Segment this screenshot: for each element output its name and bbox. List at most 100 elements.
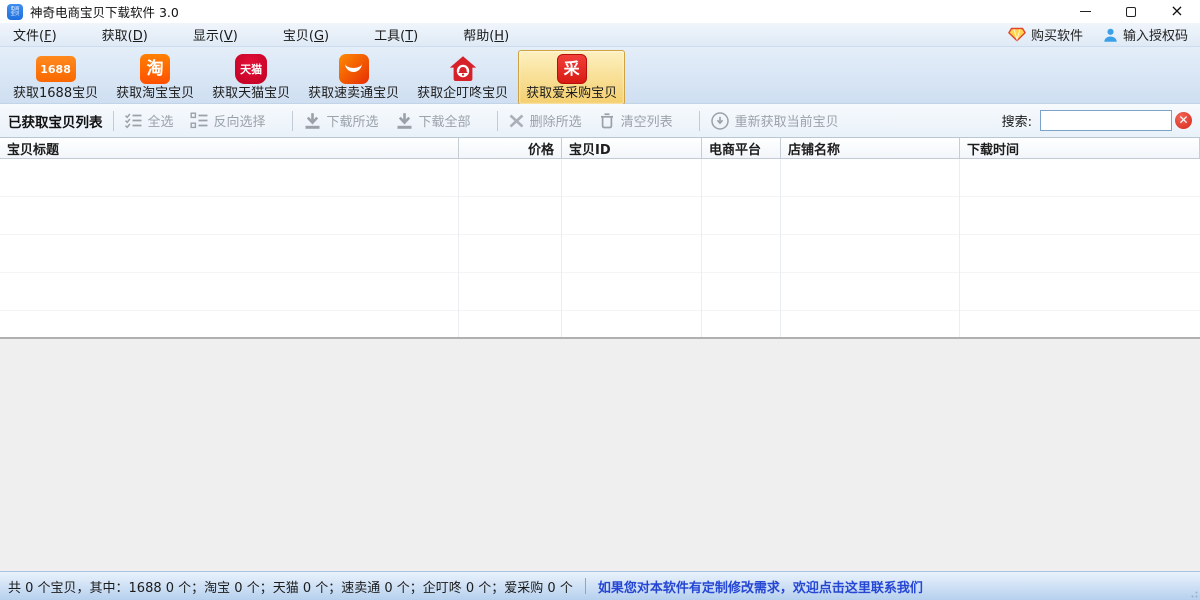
column-header[interactable]: 电商平台 (702, 138, 781, 158)
column-header[interactable]: 店铺名称 (781, 138, 960, 158)
badge-text: 淘 (147, 61, 164, 78)
toolbar-separator (699, 111, 700, 131)
column-gridline (458, 159, 459, 337)
toolbar-button-aicaigou[interactable]: 采获取爱采购宝贝 (518, 50, 625, 105)
action-button-label: 重新获取当前宝贝 (735, 111, 839, 130)
action-buttons: 全选 反向选择 下载所选 下载全部 删除所选 清空列表 重新获取当前宝贝 (103, 111, 855, 131)
action-button-download[interactable]: 下载所选 (303, 111, 379, 130)
icon-tmall: 天猫 (235, 54, 267, 84)
download-icon (395, 112, 414, 129)
status-summary: 共 0 个宝贝，其中：1688 0 个；淘宝 0 个；天猫 0 个；速卖通 0 … (8, 577, 573, 596)
title-bar: 电商 宝贝 神奇电商宝贝下载软件 3.0 × (0, 0, 1200, 23)
search-label: 搜索: (1002, 111, 1032, 130)
action-button-label: 反向选择 (214, 111, 266, 130)
content-filler (0, 337, 1200, 571)
resize-grip[interactable] (1188, 588, 1198, 598)
invert-selection-icon (190, 112, 209, 129)
action-button-refresh[interactable]: 重新获取当前宝贝 (710, 111, 839, 131)
menu-item-d[interactable]: 获取(D) (93, 23, 157, 46)
column-header[interactable]: 下载时间 (960, 138, 1200, 158)
main-toolbar: 1688获取1688宝贝淘获取淘宝宝贝天猫获取天猫宝贝获取速卖通宝贝获取企叮咚宝… (0, 47, 1200, 104)
app-logo-line2: 宝贝 (10, 12, 19, 17)
table-row (0, 311, 1200, 337)
action-button-delete[interactable]: 删除所选 (508, 111, 582, 130)
menu-item-t[interactable]: 工具(T) (365, 23, 427, 46)
toolbar-button-label: 获取速卖通宝贝 (308, 86, 399, 102)
clear-search-button[interactable]: ✕ (1175, 112, 1192, 129)
icon-qidingdong (448, 54, 478, 84)
toolbar-button-label: 获取企叮咚宝贝 (417, 86, 508, 102)
action-button-download[interactable]: 下载全部 (395, 111, 471, 130)
app-logo-icon: 电商 宝贝 (7, 4, 23, 20)
refresh-icon (710, 111, 730, 131)
menu-bar-right: 购买软件 输入授权码 (1008, 25, 1188, 44)
toolbar-button-aliexpress[interactable]: 获取速卖通宝贝 (300, 50, 407, 105)
toolbar-separator (113, 111, 114, 131)
table-body[interactable] (0, 159, 1200, 337)
action-button-label: 全选 (148, 111, 174, 130)
close-button[interactable]: × (1154, 0, 1200, 23)
icon-aliexpress (339, 54, 369, 84)
enter-license-link[interactable]: 输入授权码 (1103, 25, 1188, 44)
column-header[interactable]: 宝贝ID (562, 138, 702, 158)
action-button-label: 删除所选 (530, 111, 582, 130)
status-separator (585, 578, 586, 594)
icon-aicaigou: 采 (557, 54, 587, 84)
action-button-trash[interactable]: 清空列表 (598, 111, 673, 130)
smile-glyph (345, 62, 362, 72)
toolbar-button-label: 获取淘宝宝贝 (116, 86, 194, 102)
toolbar-button-label: 获取天猫宝贝 (212, 86, 290, 102)
toolbar-button-1688[interactable]: 1688 获取1688宝贝 (5, 50, 106, 105)
window-title: 神奇电商宝贝下载软件 3.0 (30, 2, 179, 21)
download-icon (303, 112, 322, 129)
gem-icon (1008, 27, 1026, 42)
table-row (0, 197, 1200, 235)
column-gridline (959, 159, 960, 337)
action-bar: 已获取宝贝列表 全选 反向选择 下载所选 下载全部 删除所选 清空列表 重新获取当前宝贝 搜… (0, 104, 1200, 137)
toolbar-separator (292, 111, 293, 131)
user-icon (1103, 27, 1118, 43)
toolbar-button-taobao[interactable]: 淘获取淘宝宝贝 (108, 50, 202, 105)
app-window: 电商 宝贝 神奇电商宝贝下载软件 3.0 × 文件(F) 获取(D) 显示(V) 宝贝… (0, 0, 1200, 600)
action-button-label: 下载所选 (327, 111, 379, 130)
toolbar-button-qidingdong[interactable]: 获取企叮咚宝贝 (409, 50, 516, 105)
trash-icon (598, 112, 616, 129)
search-input[interactable] (1040, 110, 1172, 131)
maximize-icon (1126, 7, 1136, 17)
select-all-icon (124, 112, 143, 129)
badge-text: 1688 (40, 64, 71, 75)
close-icon: × (1170, 3, 1183, 19)
column-gridline (561, 159, 562, 337)
list-title: 已获取宝贝列表 (8, 111, 103, 131)
menu-items: 文件(F) 获取(D) 显示(V) 宝贝(G) 工具(T) 帮助(H) (4, 23, 545, 46)
action-button-label: 下载全部 (419, 111, 471, 130)
contact-link[interactable]: 如果您对本软件有定制修改需求，欢迎点击这里联系我们 (598, 577, 923, 596)
menu-item-g[interactable]: 宝贝(G) (274, 23, 338, 46)
buy-software-link[interactable]: 购买软件 (1008, 25, 1083, 44)
action-button-invert-selection[interactable]: 反向选择 (190, 111, 266, 130)
table-row (0, 235, 1200, 273)
search-zone: 搜索: ✕ (1002, 110, 1192, 131)
toolbar-separator (497, 111, 498, 131)
column-header[interactable]: 宝贝标题 (0, 138, 459, 158)
maximize-button[interactable] (1108, 0, 1154, 23)
table-header: 宝贝标题价格宝贝ID电商平台店铺名称下载时间 (0, 137, 1200, 159)
toolbar-button-label: 获取1688宝贝 (13, 86, 98, 102)
column-header[interactable]: 价格 (459, 138, 562, 158)
menu-item-h[interactable]: 帮助(H) (454, 23, 518, 46)
toolbar-button-label: 获取爱采购宝贝 (526, 86, 617, 102)
link-label: 输入授权码 (1123, 25, 1188, 44)
toolbar-button-tmall[interactable]: 天猫获取天猫宝贝 (204, 50, 298, 105)
table-row (0, 159, 1200, 197)
clear-search-icon: ✕ (1178, 114, 1188, 126)
badge-text: 天猫 (240, 64, 262, 75)
menu-bar: 文件(F) 获取(D) 显示(V) 宝贝(G) 工具(T) 帮助(H) 购买软件 输入授权码 (0, 23, 1200, 47)
action-button-label: 清空列表 (621, 111, 673, 130)
minimize-button[interactable] (1062, 0, 1108, 23)
delete-icon (508, 113, 525, 129)
table-row (0, 273, 1200, 311)
action-button-select-all[interactable]: 全选 (124, 111, 174, 130)
link-label: 购买软件 (1031, 25, 1083, 44)
menu-item-v[interactable]: 显示(V) (184, 23, 247, 46)
menu-item-f[interactable]: 文件(F) (4, 23, 66, 46)
